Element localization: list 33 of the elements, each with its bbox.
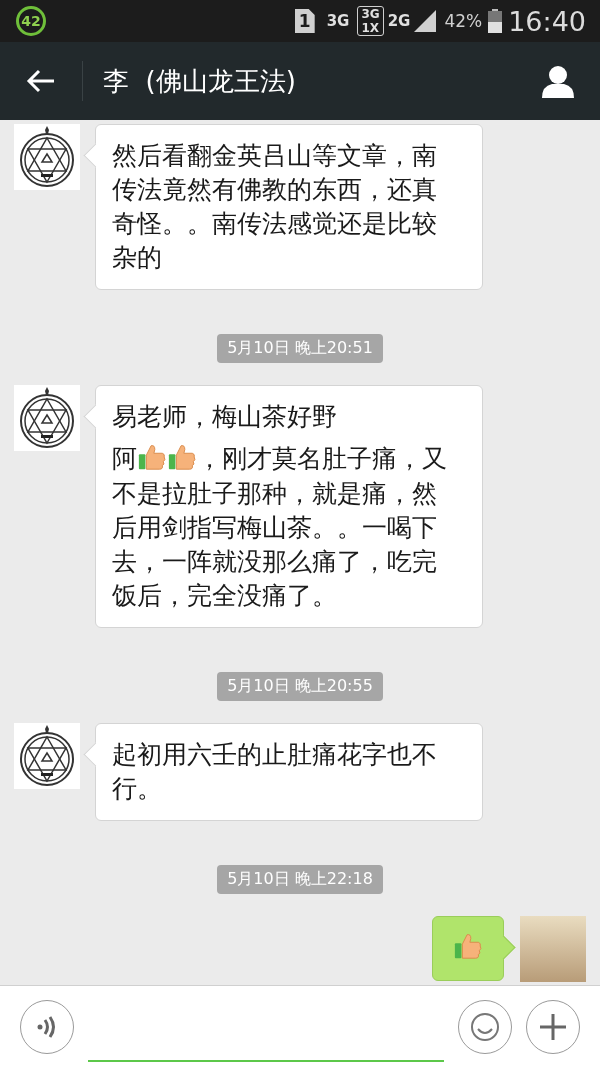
plus-icon bbox=[538, 1011, 568, 1042]
message-text: ，刚才莫名肚子痛，又 bbox=[197, 443, 447, 475]
hexagram-avatar[interactable] bbox=[14, 124, 80, 190]
clock-time: 16:40 bbox=[508, 5, 586, 37]
message-text: 易老师，梅山茶好野 bbox=[112, 401, 337, 433]
timestamp: 5月10日 晚上22:18 bbox=[217, 865, 383, 894]
timestamp: 5月10日 晚上20:51 bbox=[217, 334, 383, 363]
plus-button[interactable] bbox=[526, 999, 580, 1054]
battery-icon bbox=[488, 9, 503, 33]
smiley-icon bbox=[470, 1011, 500, 1042]
voice-button[interactable] bbox=[20, 999, 74, 1054]
network-type: 2G bbox=[387, 12, 411, 30]
back-arrow-icon[interactable] bbox=[26, 68, 56, 94]
hexagram-avatar[interactable] bbox=[14, 385, 80, 451]
person-icon[interactable] bbox=[540, 64, 576, 98]
signal-icon bbox=[414, 10, 437, 32]
notification-badge: 42 bbox=[16, 6, 46, 36]
battery-percent: 42% bbox=[444, 11, 483, 31]
thumbs-up-icon bbox=[137, 442, 167, 472]
message-text: 不是拉肚子那种，就是痛，然后用剑指写梅山茶。。一喝下去，一阵就没那么痛了，吃完饭后，完全没痛了。 bbox=[112, 478, 438, 612]
network-type: 3G bbox=[326, 12, 350, 30]
message-text: 起初用六壬的止肚痛花字也不行。 bbox=[112, 739, 438, 805]
network-type: 1X bbox=[361, 21, 380, 35]
thumbs-up-icon bbox=[453, 931, 483, 961]
message-text: 然后看翻金英吕山等文章，南传法竟然有佛教的东西，还真奇怪。。南传法感觉还是比较杂的 bbox=[112, 140, 438, 274]
hexagram-avatar[interactable] bbox=[14, 723, 80, 789]
timestamp: 5月10日 晚上20:55 bbox=[217, 672, 383, 701]
message-text: 阿 bbox=[112, 443, 137, 475]
emoji-button[interactable] bbox=[458, 999, 512, 1054]
network-type: 3G bbox=[361, 7, 380, 21]
chat-title: 李 (佛山龙王法) bbox=[103, 64, 297, 98]
thumbs-up-icon bbox=[167, 442, 197, 472]
sim-card-icon: 1 bbox=[294, 9, 315, 33]
